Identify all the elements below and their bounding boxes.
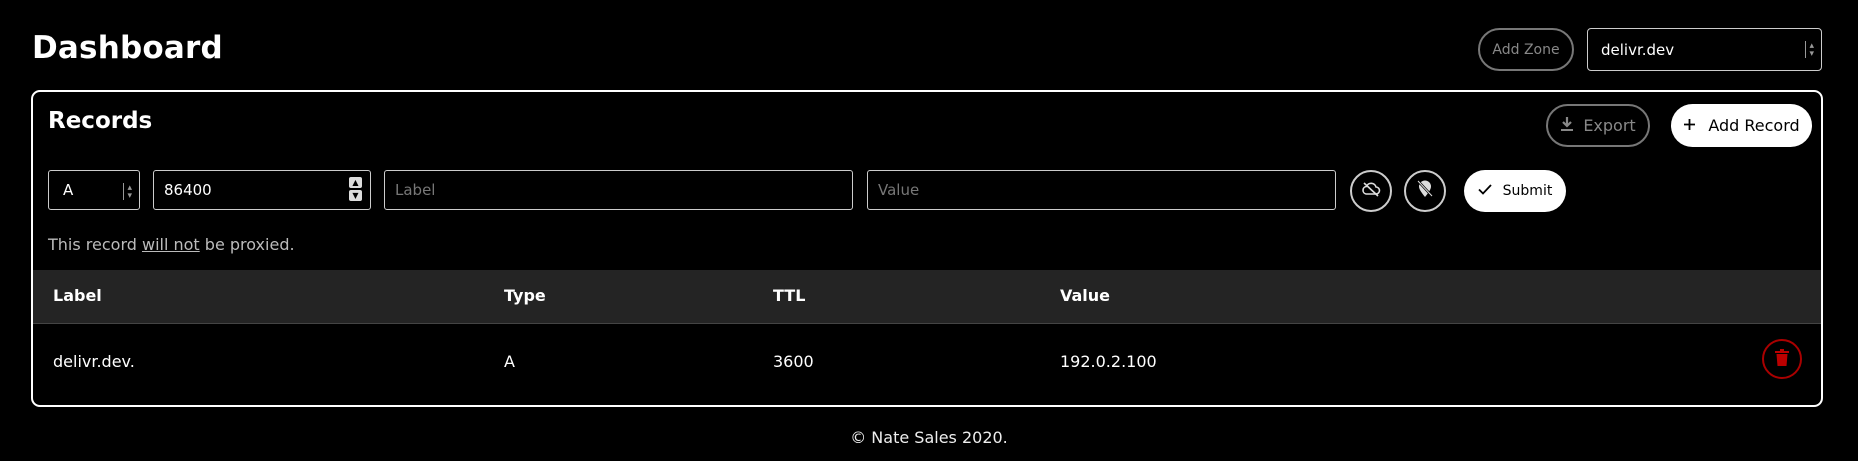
select-arrows-icon: ▴ ▾ [1805, 41, 1814, 58]
label-input[interactable]: Label [384, 170, 853, 210]
ttl-value: 86400 [164, 181, 212, 199]
export-button[interactable]: Export [1546, 104, 1650, 147]
record-type-select[interactable]: A ▴ ▾ [48, 170, 140, 210]
record-type-value: A [63, 181, 74, 199]
location-toggle-button[interactable] [1404, 170, 1446, 212]
download-icon [1560, 116, 1574, 136]
footer-copyright: © Nate Sales 2020. [850, 428, 1008, 447]
records-title: Records [48, 108, 153, 134]
proxy-status-note: This record will not be proxied. [48, 235, 295, 254]
records-table-header: Label Type TTL Value [33, 270, 1821, 324]
record-value: 192.0.2.100 [1060, 352, 1157, 371]
plus-icon [1683, 116, 1696, 135]
location-off-icon [1417, 180, 1433, 202]
ttl-input[interactable]: 86400 ▲ ▼ [153, 170, 371, 210]
trash-icon [1775, 348, 1789, 370]
records-card: Records Export Add Record A ▴ ▾ 86400 ▲ ▼ … [31, 90, 1823, 407]
submit-button[interactable]: Submit [1464, 170, 1566, 212]
column-header-label: Label [53, 286, 102, 305]
column-header-value: Value [1060, 286, 1111, 305]
select-arrows-icon: ▴ ▾ [123, 183, 132, 200]
record-type: A [504, 352, 515, 371]
export-label: Export [1583, 116, 1636, 135]
zone-select[interactable]: delivr.dev ▴ ▾ [1587, 28, 1822, 71]
record-label: delivr.dev. [53, 352, 135, 371]
zone-select-value: delivr.dev [1601, 40, 1675, 59]
cloud-off-icon [1361, 181, 1381, 201]
submit-label: Submit [1502, 183, 1553, 199]
delete-record-button[interactable] [1762, 339, 1802, 379]
value-input[interactable]: Value [867, 170, 1336, 210]
add-zone-button[interactable]: Add Zone [1478, 28, 1574, 71]
ttl-stepper[interactable]: ▲ ▼ [349, 177, 362, 201]
check-icon [1478, 183, 1492, 199]
column-header-type: Type [504, 286, 546, 305]
add-record-label: Add Record [1708, 116, 1800, 135]
record-ttl: 3600 [773, 352, 814, 371]
column-header-ttl: TTL [773, 286, 806, 305]
page-title: Dashboard [32, 30, 223, 66]
proxy-toggle-button[interactable] [1350, 170, 1392, 212]
add-record-button[interactable]: Add Record [1671, 104, 1812, 147]
table-row: delivr.dev. A 3600 192.0.2.100 [33, 324, 1821, 404]
